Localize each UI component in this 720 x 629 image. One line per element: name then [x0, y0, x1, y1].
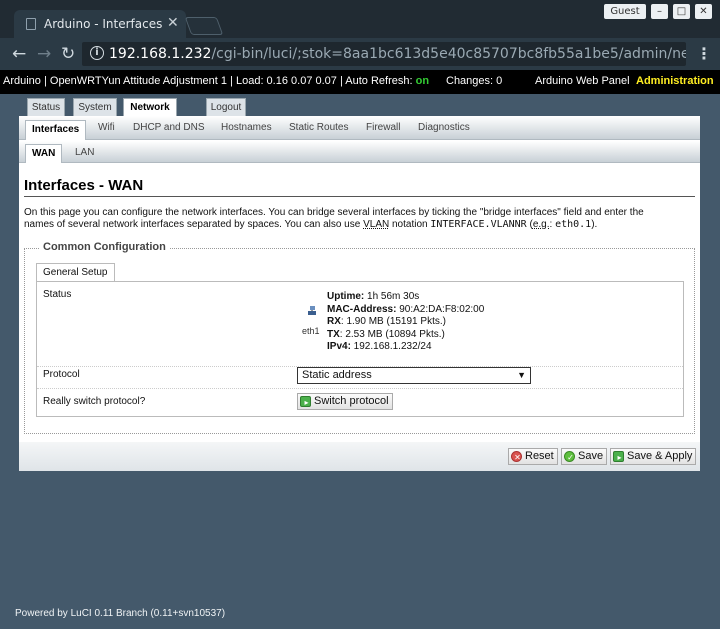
luci-header: Arduino | OpenWRTYun Attitude Adjustment… [0, 70, 720, 94]
auto-refresh-toggle[interactable]: on [416, 75, 429, 87]
maximize-icon[interactable]: □ [673, 4, 690, 19]
switch-protocol-label: Really switch protocol? [43, 396, 146, 407]
reset-icon: ✕ [511, 451, 522, 462]
general-setup-section: Status eth1 Uptime: 1h 56m 30s MAC-Addre… [36, 281, 684, 417]
menu-network[interactable]: Network [123, 98, 177, 117]
tab-general-setup[interactable]: General Setup [36, 263, 115, 281]
tab-interfaces[interactable]: Interfaces [25, 120, 87, 140]
save-button[interactable]: ✓ Save [561, 448, 608, 465]
status-label: Status [43, 289, 72, 300]
menu-logout[interactable]: Logout [206, 98, 246, 116]
tab-wifi[interactable]: Wifi [98, 122, 115, 133]
save-icon: ✓ [564, 451, 575, 462]
reset-button[interactable]: ✕ Reset [508, 448, 558, 465]
save-apply-icon: ▸ [613, 451, 624, 462]
action-bar: ✕ Reset ✓ Save ▸ Save & Apply [19, 442, 700, 471]
info-icon[interactable]: i [90, 46, 104, 60]
page-icon [26, 18, 36, 30]
browser-toolbar: ← → ↻ i 192.168.1.232/cgi-bin/luci/;stok… [0, 38, 720, 70]
ethernet-port-icon [308, 306, 316, 315]
tab-lan[interactable]: LAN [75, 147, 94, 158]
apply-icon: ▸ [300, 396, 311, 407]
back-icon[interactable]: ← [12, 44, 26, 64]
system-info: Arduino | OpenWRTYun Attitude Adjustment… [3, 75, 430, 87]
tab-firewall[interactable]: Firewall [366, 122, 400, 133]
close-tab-icon[interactable]: ✕ [167, 15, 179, 31]
legend: Common Configuration [40, 241, 169, 253]
main-menu: Status System Network Logout [0, 94, 720, 117]
new-tab-button[interactable] [184, 17, 224, 35]
kebab-menu-icon[interactable]: ⋮ [696, 44, 712, 63]
menu-system[interactable]: System [73, 98, 117, 116]
footer-powered-by: Powered by LuCI 0.11 Branch (0.11+svn105… [15, 608, 226, 619]
protocol-select[interactable]: Static address ▼ [297, 367, 531, 384]
profile-button[interactable]: Guest [604, 4, 646, 19]
reload-icon[interactable]: ↻ [61, 44, 75, 64]
protocol-row: Protocol Static address ▼ [37, 367, 683, 389]
browser-tab[interactable]: Arduino - Interfaces - Lu ✕ [14, 10, 186, 38]
page-description: On this page you can configure the netwo… [24, 207, 644, 230]
close-window-icon[interactable]: ✕ [695, 4, 712, 19]
tab-dhcp-dns[interactable]: DHCP and DNS [133, 122, 205, 133]
page-title: Interfaces - WAN [24, 177, 695, 197]
administration-link[interactable]: Administration [636, 75, 714, 87]
interface-tabs: WAN LAN [19, 141, 700, 163]
common-configuration: Common Configuration General Setup Statu… [24, 241, 695, 434]
save-apply-button[interactable]: ▸ Save & Apply [610, 448, 697, 465]
dropdown-arrow-icon: ▼ [517, 370, 526, 380]
address-bar[interactable]: i 192.168.1.232/cgi-bin/luci/;stok=8aa1b… [82, 42, 686, 66]
browser-titlebar: Arduino - Interfaces - Lu ✕ Guest – □ ✕ [0, 0, 720, 38]
status-row: Status eth1 Uptime: 1h 56m 30s MAC-Addre… [37, 282, 683, 367]
minimize-icon[interactable]: – [651, 4, 668, 19]
changes-link[interactable]: Changes: 0 [446, 75, 502, 87]
tab-hostnames[interactable]: Hostnames [221, 122, 272, 133]
content-area: Interfaces Wifi DHCP and DNS Hostnames S… [19, 116, 700, 471]
sub-menu: Interfaces Wifi DHCP and DNS Hostnames S… [19, 116, 700, 140]
web-panel-link[interactable]: Arduino Web Panel [535, 75, 630, 87]
forward-icon[interactable]: → [37, 44, 51, 64]
switch-protocol-button[interactable]: ▸ Switch protocol [297, 393, 393, 410]
protocol-label: Protocol [43, 369, 80, 380]
switch-protocol-row: Really switch protocol? ▸ Switch protoco… [37, 389, 683, 416]
tab-diagnostics[interactable]: Diagnostics [418, 122, 470, 133]
tab-static-routes[interactable]: Static Routes [289, 122, 348, 133]
tab-title: Arduino - Interfaces - Lu [44, 17, 162, 31]
interface-name: eth1 [302, 326, 320, 336]
url-text: 192.168.1.232/cgi-bin/luci/;stok=8aa1bc6… [109, 46, 686, 62]
menu-status[interactable]: Status [27, 98, 65, 116]
tab-wan[interactable]: WAN [25, 144, 63, 163]
interface-status: Uptime: 1h 56m 30s MAC-Address: 90:A2:DA… [327, 291, 485, 352]
